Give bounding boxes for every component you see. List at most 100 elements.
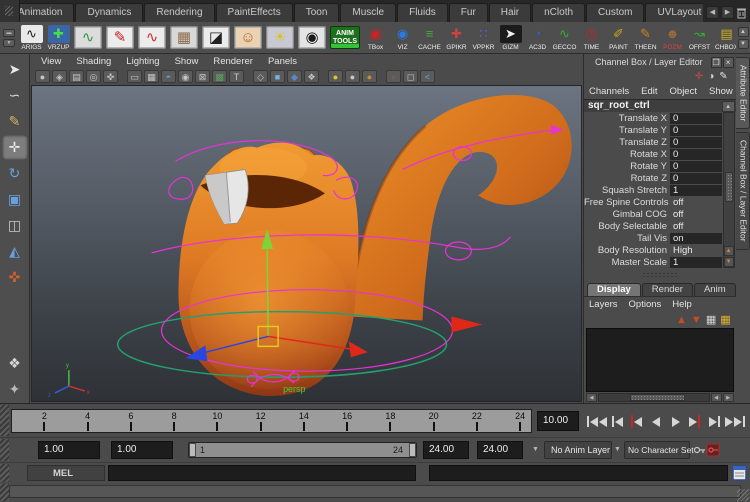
shelf-item[interactable]: ◷ TIME: [578, 25, 605, 51]
toolbox-tool[interactable]: ✎: [2, 109, 28, 134]
layer-scroll-left-icon[interactable]: ◀: [586, 393, 597, 402]
channel-attribute-row[interactable]: Translate Z 0: [584, 136, 722, 148]
layer-editor-toolbar-icon[interactable]: ▦: [706, 313, 716, 327]
viewport-menu-item[interactable]: Show: [175, 56, 199, 67]
toolbox-tool[interactable]: ◭: [2, 239, 28, 264]
time-slider-grip[interactable]: [0, 405, 9, 436]
channel-attribute-value[interactable]: on: [670, 233, 722, 244]
viewport-toolbar-icon[interactable]: [246, 70, 251, 83]
shelf-tab-scroll-right-icon[interactable]: ▶: [721, 6, 734, 19]
shelf-item[interactable]: ✚ VRZUP: [45, 25, 72, 51]
shelf-item[interactable]: ☺: [232, 26, 264, 49]
command-line-grip[interactable]: [0, 464, 9, 482]
shelf-tab[interactable]: PaintEffects: [216, 3, 293, 22]
shelf-tab[interactable]: Hair: [489, 3, 531, 22]
shelf-item[interactable]: ✚ GPIKR: [443, 25, 470, 51]
window-resize-grip[interactable]: [737, 489, 749, 501]
viewport-toolbar-icon[interactable]: ◇: [253, 70, 268, 83]
sidebar-vertical-tab[interactable]: Channel Box / Layer Editor: [736, 132, 750, 250]
viewport-toolbar-icon[interactable]: ▤: [69, 70, 84, 83]
range-slider-grip[interactable]: [0, 439, 9, 461]
step-back-key-button[interactable]: [628, 411, 645, 432]
viewport-menu-item[interactable]: Panels: [268, 56, 297, 67]
shelf-tab[interactable]: Rendering: [144, 3, 214, 22]
viewport-toolbar-icon[interactable]: ✜: [103, 70, 118, 83]
auto-keyframe-toggle-icon[interactable]: [706, 443, 720, 457]
shelf-collapse-buttons[interactable]: ▬▼: [0, 22, 18, 53]
channel-attribute-value[interactable]: off: [670, 197, 722, 208]
viewport-toolbar-icon[interactable]: ▫: [386, 70, 401, 83]
shelf-item[interactable]: ☻ POZM: [659, 25, 686, 51]
channel-attribute-value[interactable]: 0: [670, 137, 722, 148]
layer-editor-toolbar-icon[interactable]: ▦: [720, 313, 730, 327]
channel-scrollbar-up-icon[interactable]: ▲: [724, 246, 734, 256]
channel-box-menu-item[interactable]: Edit: [641, 86, 657, 97]
go-to-start-button[interactable]: [587, 411, 607, 432]
channel-box-menu-item[interactable]: Object: [670, 86, 697, 97]
channel-scroll-up-icon[interactable]: ▲: [722, 101, 735, 112]
shelf-item[interactable]: ◉: [296, 26, 328, 49]
shelf-item[interactable]: ✎: [104, 26, 136, 49]
help-line-grip[interactable]: [0, 484, 9, 501]
viewport-canvas[interactable]: y x z persp: [31, 85, 582, 402]
viewport-toolbar-icon[interactable]: ◈: [52, 70, 67, 83]
command-result-field[interactable]: [429, 465, 728, 481]
channel-attribute-value[interactable]: off: [670, 221, 722, 232]
toolbox-tool[interactable]: ▣: [2, 187, 28, 212]
viewport-menu-item[interactable]: Lighting: [126, 56, 159, 67]
anim-layer-dropdown[interactable]: No Anim Layer: [544, 441, 612, 459]
shelf-item[interactable]: ▣ TBox: [362, 25, 389, 51]
viewport-toolbar-icon[interactable]: ⊠: [195, 70, 210, 83]
shelf-tab-scroll-left-icon[interactable]: ◀: [706, 6, 719, 19]
shelf-item[interactable]: ◉ VIZ: [389, 25, 416, 51]
viewport-toolbar-icon[interactable]: [321, 70, 326, 83]
viewport-toolbar-icon[interactable]: ◻: [403, 70, 418, 83]
panel-close-icon[interactable]: ×: [723, 57, 734, 68]
channel-scrollbar-handle[interactable]: [725, 172, 733, 202]
toolbox-tool[interactable]: ✜: [2, 265, 28, 290]
viewport-toolbar-icon[interactable]: ❖: [304, 70, 319, 83]
layer-editor-menu-item[interactable]: Help: [672, 299, 692, 310]
shelf-item[interactable]: ∿: [72, 26, 104, 49]
shelf-item[interactable]: ◔ AC3D: [524, 25, 551, 51]
toolbox-tool[interactable]: ❖: [2, 351, 28, 376]
toolbox-tool[interactable]: ✛: [2, 135, 28, 160]
channel-attribute-row[interactable]: Body Resolution High: [584, 244, 722, 256]
shelf-tab[interactable]: Fur: [449, 3, 488, 22]
layer-editor-menu-item[interactable]: Layers: [589, 299, 618, 310]
layer-editor-menu-item[interactable]: Options: [629, 299, 662, 310]
channel-attribute-row[interactable]: Gimbal COG off: [584, 208, 722, 220]
playback-start-field[interactable]: 1.00: [111, 441, 173, 459]
channel-attribute-row[interactable]: Master Scale 1: [584, 256, 722, 268]
step-back-frame-button[interactable]: [609, 411, 626, 432]
viewport-menu-item[interactable]: Renderer: [213, 56, 253, 67]
shelf-item[interactable]: ANIM TOOLS: [328, 26, 362, 49]
viewport-toolbar-icon[interactable]: <: [420, 70, 435, 83]
layer-list[interactable]: [586, 328, 734, 392]
shelf-tab[interactable]: nCloth: [532, 3, 585, 22]
channel-attribute-value[interactable]: 1: [670, 257, 722, 268]
viewport-toolbar-icon[interactable]: T: [229, 70, 244, 83]
shelf-item[interactable]: ✎ THEEN: [632, 25, 659, 51]
shelf-item[interactable]: ✐ PAINT: [605, 25, 632, 51]
channel-box-toolbar-icon[interactable]: ◑: [708, 71, 714, 83]
range-start-handle[interactable]: [189, 443, 196, 457]
play-forwards-button[interactable]: [667, 411, 684, 432]
viewport-toolbar-icon[interactable]: ■: [270, 70, 285, 83]
channel-scrollbar[interactable]: ▲ ▼: [723, 112, 735, 268]
viewport-toolbar-icon[interactable]: [120, 70, 125, 83]
viewport-toolbar-icon[interactable]: ▩: [212, 70, 227, 83]
shelf-tab[interactable]: Muscle: [340, 3, 396, 22]
shelf-menu-grip[interactable]: [0, 0, 20, 22]
animation-end-field[interactable]: 24.00: [477, 441, 523, 459]
step-forward-frame-button[interactable]: [706, 411, 723, 432]
channel-scrollbar-down-icon[interactable]: ▼: [724, 257, 734, 267]
anim-layer-dropdown-icon[interactable]: ▼: [532, 446, 539, 453]
channel-attribute-value[interactable]: 0: [670, 161, 722, 172]
viewport-menu-item[interactable]: View: [41, 56, 61, 67]
shelf-item[interactable]: ∷ VPPKR: [470, 25, 497, 51]
character-set-dropdown[interactable]: No Character Set: [624, 441, 690, 459]
channel-attribute-value[interactable]: 1: [670, 185, 722, 196]
shelf-tab[interactable]: Fluids: [397, 3, 448, 22]
channel-attribute-value[interactable]: 0: [670, 149, 722, 160]
